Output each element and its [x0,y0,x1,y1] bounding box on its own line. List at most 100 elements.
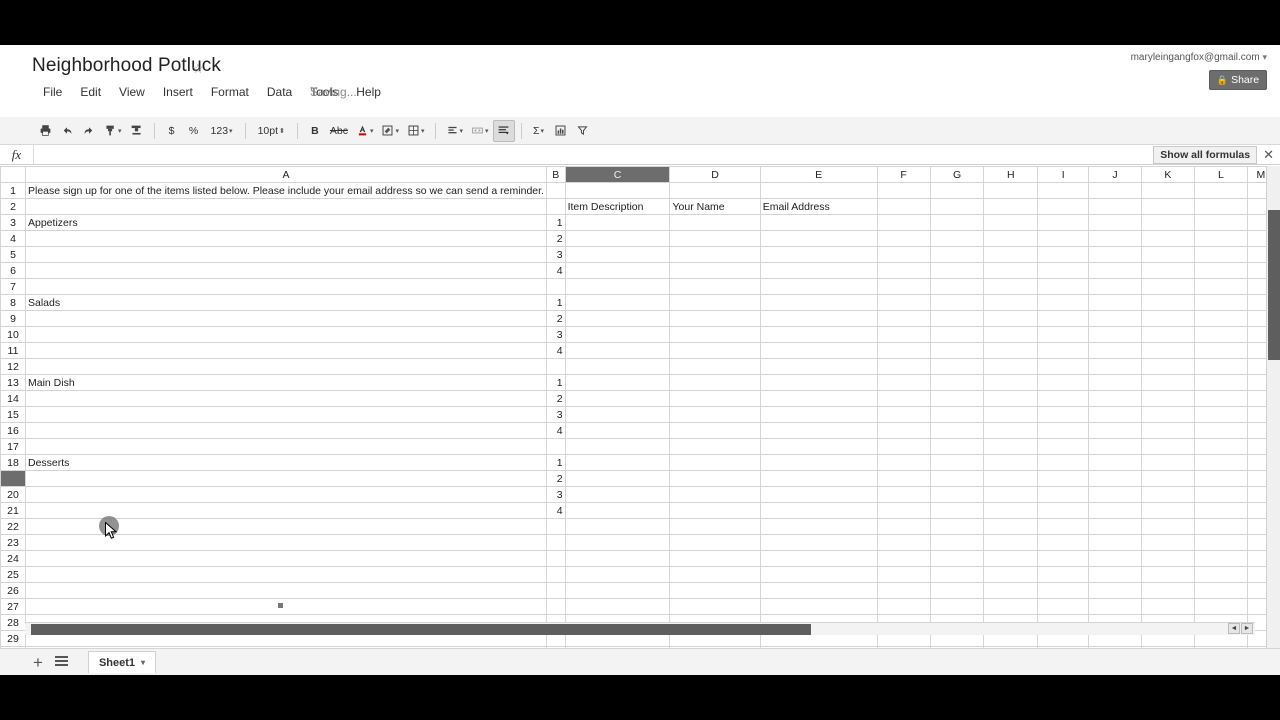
cell-F24[interactable] [876,550,931,567]
cell-H9[interactable] [983,310,1039,327]
cell-F27[interactable] [876,598,931,615]
cell-J23[interactable] [1088,534,1142,551]
cell-E26[interactable] [759,582,878,599]
cell-J26[interactable] [1088,582,1142,599]
cell-E11[interactable] [759,342,878,359]
cell-L16[interactable] [1194,422,1248,439]
row-header-17[interactable]: 17 [0,438,26,455]
cell-H8[interactable] [983,294,1039,311]
cell-J25[interactable] [1088,566,1142,583]
row-header-10[interactable]: 10 [0,326,26,343]
cell-K27[interactable] [1140,598,1196,615]
cell-F6[interactable] [876,262,931,279]
cell-J20[interactable] [1088,486,1142,503]
cell-I24[interactable] [1037,550,1090,567]
cell-F25[interactable] [876,566,931,583]
cell-A23[interactable] [25,534,547,551]
cell-K24[interactable] [1140,550,1196,567]
cell-D3[interactable] [669,214,761,231]
cell-J1[interactable] [1088,182,1142,199]
cell-I10[interactable] [1037,326,1090,343]
cell-L10[interactable] [1194,326,1248,343]
selection-handle[interactable] [278,603,283,608]
cell-K5[interactable] [1140,246,1196,263]
select-all-corner[interactable] [0,166,26,183]
cell-A8[interactable]: Salads [25,294,547,311]
cell-L1[interactable] [1194,182,1248,199]
cell-J19[interactable] [1088,470,1142,487]
bold-button[interactable]: B [304,120,326,142]
cell-B8[interactable]: 1 [545,294,566,311]
cell-B22[interactable] [545,518,566,535]
cell-J4[interactable] [1088,230,1142,247]
cell-B15[interactable]: 3 [545,406,566,423]
cell-A10[interactable] [25,326,547,343]
cell-G2[interactable] [929,198,985,215]
redo-icon[interactable] [78,120,100,142]
cell-B21[interactable]: 4 [545,502,566,519]
row-header-15[interactable]: 15 [0,406,26,423]
number-format-button[interactable]: 123 ▾ [205,120,239,142]
cell-E17[interactable] [759,438,878,455]
cell-F13[interactable] [876,374,931,391]
cell-A12[interactable] [25,358,547,375]
cell-L20[interactable] [1194,486,1248,503]
row-header-1[interactable]: 1 [0,182,26,199]
menu-item-edit[interactable]: Edit [71,83,110,101]
cell-J16[interactable] [1088,422,1142,439]
cell-D23[interactable] [669,534,761,551]
cell-D4[interactable] [669,230,761,247]
cell-J12[interactable] [1088,358,1142,375]
cell-K6[interactable] [1140,262,1196,279]
cell-K17[interactable] [1140,438,1196,455]
cell-D16[interactable] [669,422,761,439]
cell-L23[interactable] [1194,534,1248,551]
cell-D17[interactable] [669,438,761,455]
cell-J21[interactable] [1088,502,1142,519]
column-header-c[interactable]: C [564,166,671,183]
strikethrough-button[interactable]: Abc [326,120,352,142]
row-header-23[interactable]: 23 [0,534,26,551]
cell-G10[interactable] [929,326,985,343]
cell-H13[interactable] [983,374,1039,391]
cell-B26[interactable] [545,582,566,599]
column-header-b[interactable]: B [545,166,566,183]
cell-C19[interactable] [564,470,671,487]
cell-I23[interactable] [1037,534,1090,551]
cell-C5[interactable] [564,246,671,263]
column-header-e[interactable]: E [759,166,878,183]
cell-D10[interactable] [669,326,761,343]
currency-format-button[interactable]: $ [161,120,183,142]
cell-A13[interactable]: Main Dish [25,374,547,391]
cell-H3[interactable] [983,214,1039,231]
share-button[interactable]: 🔒 Share [1209,70,1267,90]
cell-L25[interactable] [1194,566,1248,583]
cell-C17[interactable] [564,438,671,455]
cell-G7[interactable] [929,278,985,295]
cell-J7[interactable] [1088,278,1142,295]
cell-J18[interactable] [1088,454,1142,471]
cell-G24[interactable] [929,550,985,567]
cell-H11[interactable] [983,342,1039,359]
cell-J10[interactable] [1088,326,1142,343]
cell-B5[interactable]: 3 [545,246,566,263]
cell-I7[interactable] [1037,278,1090,295]
borders-icon[interactable]: ▾ [403,120,429,142]
menu-item-view[interactable]: View [110,83,154,101]
cell-B25[interactable] [545,566,566,583]
cell-H14[interactable] [983,390,1039,407]
cell-C27[interactable] [564,598,671,615]
cell-E7[interactable] [759,278,878,295]
cell-K22[interactable] [1140,518,1196,535]
cell-E2[interactable]: Email Address [759,198,878,215]
cell-E27[interactable] [759,598,878,615]
cell-G1[interactable] [929,182,985,199]
cell-L6[interactable] [1194,262,1248,279]
cell-E1[interactable] [759,182,878,199]
cell-B3[interactable]: 1 [545,214,566,231]
fill-color-icon[interactable]: ▾ [377,120,403,142]
cell-C14[interactable] [564,390,671,407]
cell-A11[interactable] [25,342,547,359]
cell-I15[interactable] [1037,406,1090,423]
row-header-14[interactable]: 14 [0,390,26,407]
